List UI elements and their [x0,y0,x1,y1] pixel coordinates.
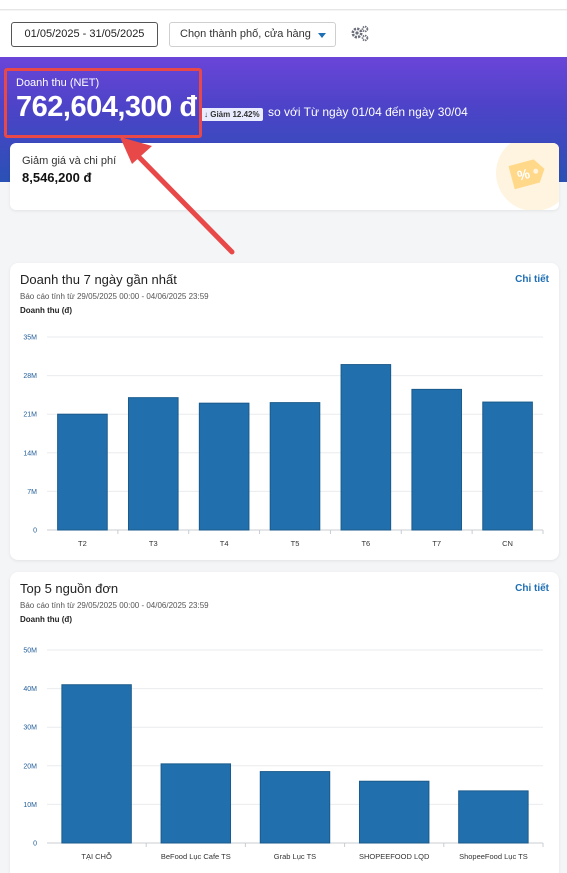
sources-bar-chart: 0 10M 20M 30M 40M 50M TẠI CHỖ BeFood Lục Cafe T… [23,648,544,861]
x-tick-label: T7 [432,539,441,548]
y-tick-label: 14M [23,450,37,457]
x-tick-label: T4 [220,539,229,548]
percent-tag-icon: % [496,143,559,210]
bar[interactable] [411,388,463,531]
city-store-select[interactable]: Chọn thành phố, cửa hàng [169,22,336,47]
bar[interactable] [482,401,533,531]
bar[interactable] [57,413,108,531]
bar[interactable] [259,771,331,844]
x-tick-label: T6 [361,539,370,548]
chevron-down-icon [318,33,326,38]
bar[interactable] [61,684,132,844]
x-tick-label: SHOPEEFOOD LQD [359,852,430,861]
y-tick-label: 50M [23,648,37,655]
y-tick-label: 20M [23,763,37,770]
x-tick-label: TẠI CHỖ [81,852,112,861]
discount-label: Giảm giá và chi phí [22,155,117,167]
y-tick-label: 10M [23,802,37,809]
y-tick-label: 7M [27,489,37,496]
y-tick-label: 28M [23,373,37,380]
discount-value: 8,546,200 đ [22,170,92,185]
x-tick-label: Grab Lục TS [274,852,316,861]
top-sources-card: Top 5 nguồn đơn Chi tiết Báo cáo tính từ… [10,572,559,873]
x-tick-label: T3 [149,539,158,548]
x-tick-label: T2 [78,539,87,548]
weekly-revenue-card: Doanh thu 7 ngày gần nhất Chi tiết Báo c… [10,263,559,560]
comparison-text: so với Từ ngày 01/04 đến ngày 30/04 [268,105,468,119]
bar[interactable] [458,790,529,844]
date-range-input[interactable]: 01/05/2025 - 31/05/2025 [11,22,158,47]
weekly-bar-chart: 0 7M 14M 21M 28M 35M T2 T3 T4 T5 T6 T7 CN [23,335,544,548]
x-tick-label: CN [502,539,513,548]
x-tick-label: T5 [291,539,300,548]
bar[interactable] [269,402,321,531]
y-tick-label: 0 [33,841,37,848]
y-tick-label: 0 [33,528,37,535]
discount-card: Giảm giá và chi phí 8,546,200 đ % [10,143,559,210]
y-tick-label: 21M [23,412,37,419]
bar[interactable] [160,763,232,844]
filter-bar: 01/05/2025 - 31/05/2025 Chọn thành phố, … [0,11,567,57]
y-tick-label: 35M [23,335,37,342]
bar[interactable] [127,397,179,531]
top-divider [0,0,567,10]
bar[interactable] [340,364,392,531]
bar[interactable] [358,780,430,844]
x-tick-label: ShopeeFood Lục TS [459,852,528,861]
y-tick-label: 40M [23,686,37,693]
y-tick-label: 30M [23,725,37,732]
bar[interactable] [198,402,250,531]
gear-icon[interactable] [350,25,370,43]
annotation-arrow [120,137,235,255]
city-select-placeholder: Chọn thành phố, cửa hàng [180,28,311,40]
x-tick-label: BeFood Lục Cafe TS [161,852,231,861]
